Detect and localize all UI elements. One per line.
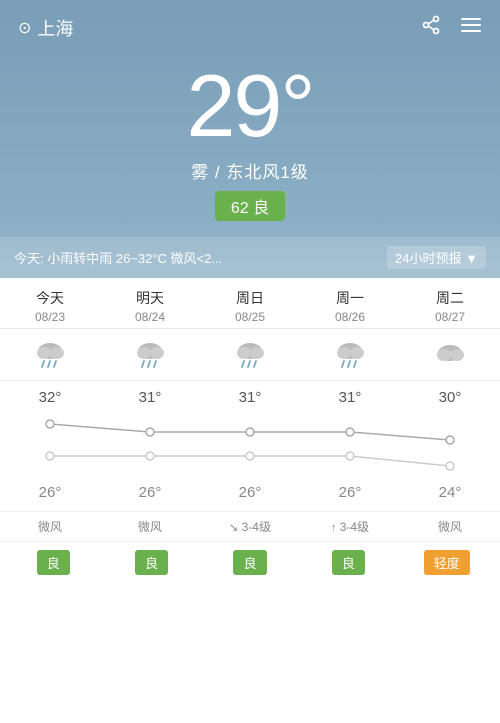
aqi-label-main: 良 [253, 200, 269, 217]
wind-0: 微风 [0, 518, 100, 535]
wind-icon-3: ↑ [331, 522, 337, 534]
temperature-value: 29 [186, 56, 280, 155]
aqi-tag-1: 良 [135, 550, 168, 575]
temp-low-3: 26° [300, 480, 400, 505]
aqi-cell-3: 良 [299, 550, 397, 575]
temp-high-1: 31° [100, 385, 200, 410]
aqi-cell-1: 良 [102, 550, 200, 575]
day-label-2: 周日 [200, 288, 300, 308]
chart-area [0, 410, 500, 480]
weather-icon-4 [400, 339, 500, 376]
aqi-row: 良 良 良 良 轻度 [0, 542, 500, 583]
date-label-3: 08/26 [300, 310, 400, 324]
header: ⊙ 上海 [0, 0, 500, 52]
weather-description: 雾 / 东北风1级 [0, 158, 500, 183]
date-label-1: 08/24 [100, 310, 200, 324]
wind-row: 微风 微风 ↘ 3-4级 ↑ 3-4级 微风 [0, 511, 500, 542]
header-right [420, 14, 482, 42]
day-label-3: 周一 [300, 288, 400, 308]
24h-forecast-text: 24小时预报 [395, 251, 461, 266]
location-icon: ⊙ [18, 18, 31, 38]
weather-icon-2 [200, 339, 300, 376]
forecast-col-3: 周一 08/26 [300, 288, 400, 324]
aqi-cell-0: 良 [4, 550, 102, 575]
aqi-value: 62 [231, 200, 249, 217]
header-left: ⊙ 上海 [18, 15, 73, 41]
weather-icon-3 [300, 339, 400, 376]
temp-high-4: 30° [400, 385, 500, 410]
wind-1: 微风 [100, 518, 200, 535]
wind-2: ↘ 3-4级 [200, 518, 300, 535]
wind-icon-2: ↘ [229, 522, 238, 534]
temp-high-2: 31° [200, 385, 300, 410]
24h-forecast-link[interactable]: 24小时预报 ▼ [387, 246, 486, 269]
app-container: ⊙ 上海 [0, 0, 500, 723]
aqi-badge: 62 良 [215, 191, 285, 221]
today-bar: 今天: 小雨转中雨 26~32°C 微风<2... 24小时预报 ▼ [0, 237, 500, 278]
temperature-display: 29° [0, 62, 500, 150]
aqi-tag-3: 良 [332, 550, 365, 575]
forecast-col-4: 周二 08/27 [400, 288, 500, 324]
temp-high-row: 32° 31° 31° 31° 30° [0, 381, 500, 410]
temp-low-1: 26° [100, 480, 200, 505]
weather-icon-0 [0, 339, 100, 376]
degree-symbol: ° [280, 56, 313, 155]
main-weather: 29° 雾 / 东北风1级 62 良 [0, 52, 500, 227]
forecast-col-2: 周日 08/25 [200, 288, 300, 324]
share-icon[interactable] [420, 14, 442, 42]
wind-3: ↑ 3-4级 [300, 518, 400, 535]
weather-icons-row [0, 329, 500, 381]
temp-chart [0, 410, 500, 480]
aqi-tag-4: 轻度 [424, 550, 470, 575]
temp-low-0: 26° [0, 480, 100, 505]
24h-forecast-arrow: ▼ [465, 251, 478, 266]
today-bar-text: 今天: 小雨转中雨 26~32°C 微风<2... [14, 248, 379, 267]
wind-4: 微风 [400, 518, 500, 535]
temp-low-4: 24° [400, 480, 500, 505]
day-label-1: 明天 [100, 288, 200, 308]
aqi-tag-2: 良 [233, 550, 266, 575]
day-label-0: 今天 [0, 288, 100, 308]
temp-low-row: 26° 26° 26° 26° 24° [0, 480, 500, 511]
location-text: 上海 [37, 15, 73, 41]
forecast-section: 今天 08/23 明天 08/24 周日 08/25 周一 08/26 周二 0… [0, 278, 500, 723]
aqi-cell-2: 良 [201, 550, 299, 575]
weather-icon-1 [100, 339, 200, 376]
forecast-header: 今天 08/23 明天 08/24 周日 08/25 周一 08/26 周二 0… [0, 278, 500, 329]
date-label-0: 08/23 [0, 310, 100, 324]
aqi-tag-0: 良 [37, 550, 70, 575]
aqi-cell-4: 轻度 [398, 550, 496, 575]
day-label-4: 周二 [400, 288, 500, 308]
temp-high-0: 32° [0, 385, 100, 410]
date-label-4: 08/27 [400, 310, 500, 324]
menu-icon[interactable] [460, 14, 482, 42]
temp-low-2: 26° [200, 480, 300, 505]
forecast-col-1: 明天 08/24 [100, 288, 200, 324]
forecast-col-0: 今天 08/23 [0, 288, 100, 324]
date-label-2: 08/25 [200, 310, 300, 324]
temp-high-3: 31° [300, 385, 400, 410]
